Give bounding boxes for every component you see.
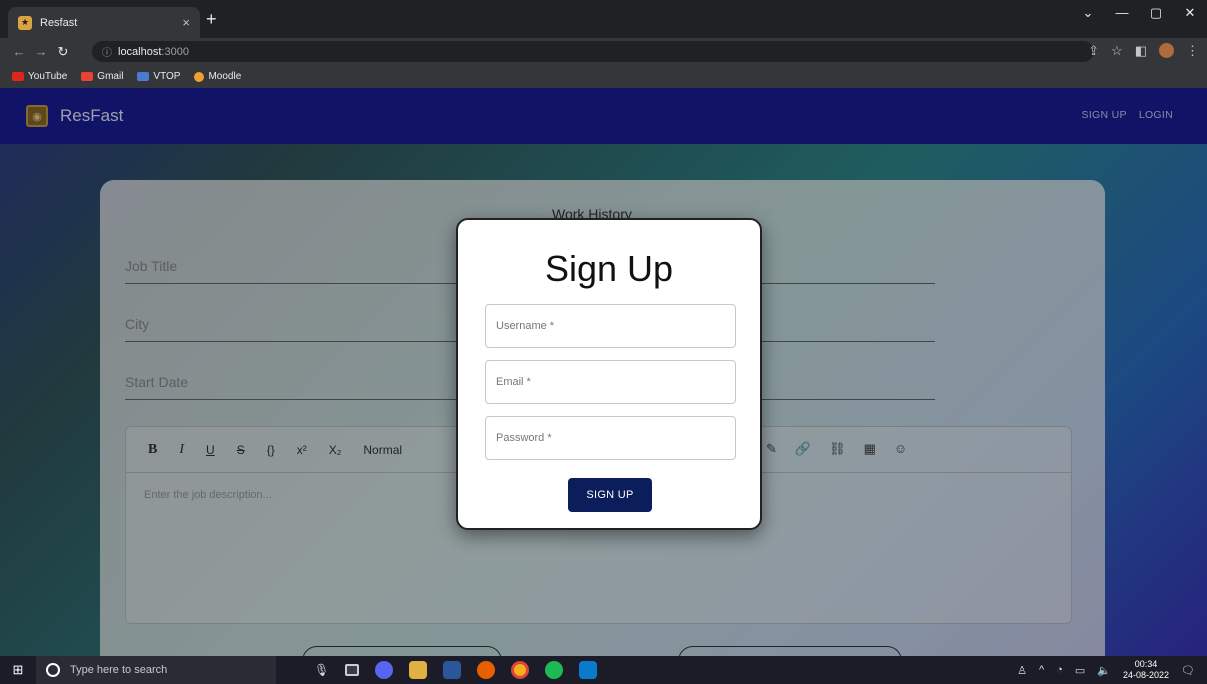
wifi-icon[interactable]: ◔ [1056,664,1063,676]
bookmark-vtop[interactable]: VTOP [137,71,180,82]
browser-tab-bar: ★ Resfast × + ⌄ — ▢ ✕ [0,0,1207,38]
password-input[interactable] [485,416,736,460]
system-tray: ♙ ^ ◔ ▭ 🔈 00:34 24-08-2022 🗨 [1017,656,1195,684]
moodle-icon [194,71,205,82]
minimize-button[interactable]: — [1105,0,1139,26]
window-controls: ⌄ — ▢ ✕ [1071,0,1207,26]
forward-icon[interactable]: → [30,44,52,59]
word-icon[interactable] [443,661,462,679]
tab-title: Resfast [40,16,78,29]
cortana-icon [46,663,60,677]
clock[interactable]: 00:34 24-08-2022 [1123,659,1169,681]
close-window-button[interactable]: ✕ [1173,0,1207,26]
url-port: :3000 [161,45,189,58]
share-icon[interactable]: ⇪ [1088,43,1099,59]
chrome-icon[interactable] [511,661,530,679]
maximize-button[interactable]: ▢ [1139,0,1173,26]
taskbar-apps: 🎙 [314,661,598,679]
clock-date: 24-08-2022 [1122,670,1170,680]
tab-close-icon[interactable]: × [182,15,190,30]
url-host: localhost [118,45,162,58]
spotify-icon[interactable] [545,661,564,679]
vscode-icon[interactable] [579,661,598,679]
favicon-icon: ★ [18,15,32,30]
tab-search-icon[interactable]: ⌄ [1071,0,1105,26]
notification-icon[interactable]: 🗨 [1181,664,1195,677]
bookmarks-bar: YouTube Gmail VTOP Moodle [0,65,1207,88]
url-input[interactable]: ⓘ localhost:3000 [92,41,1094,62]
address-bar: ← → ↻ ⓘ localhost:3000 ⇪ ☆ ◧ ⋮ [0,38,1207,65]
tray-expand-icon[interactable]: ^ [1039,664,1044,676]
firefox-icon[interactable] [477,661,496,679]
gmail-icon [81,72,94,81]
username-input[interactable] [485,304,736,348]
os-taskbar: ⊞ Type here to search 🎙 ♙ ^ ◔ ▭ 🔈 00:34 … [0,656,1207,684]
back-icon[interactable]: ← [8,44,30,59]
browser-tab[interactable]: ★ Resfast × [8,7,200,38]
bookmark-moodle[interactable]: Moodle [194,71,241,82]
menu-kebab-icon[interactable]: ⋮ [1186,43,1199,59]
email-input[interactable] [485,360,736,404]
page-content: ◉ ResFast SIGN UP LOGIN Work History Job… [0,88,1207,656]
youtube-icon [12,72,24,81]
volume-icon[interactable]: 🔈 [1097,664,1111,677]
windows-start-icon[interactable]: ⊞ [0,662,36,678]
info-icon[interactable]: ⓘ [102,44,112,59]
bookmark-youtube[interactable]: YouTube [12,71,67,82]
modal-title: Sign Up [544,248,674,289]
side-panel-icon[interactable]: ◧ [1135,43,1147,59]
taskbar-search[interactable]: Type here to search [36,656,276,684]
battery-icon[interactable]: ▭ [1075,664,1085,677]
people-icon[interactable]: ♙ [1017,664,1027,677]
signup-submit-button[interactable]: SIGN UP [568,478,652,512]
signup-modal: Sign Up SIGN UP [456,218,762,530]
bookmark-gmail[interactable]: Gmail [81,71,123,82]
bookmark-star-icon[interactable]: ☆ [1111,43,1123,59]
file-explorer-icon[interactable] [409,661,428,679]
discord-icon[interactable] [375,661,394,679]
mic-icon[interactable]: 🎙 [314,663,329,677]
browser-actions: ⇪ ☆ ◧ ⋮ [1088,43,1199,59]
clock-time: 00:34 [1134,659,1158,669]
new-tab-button[interactable]: + [206,10,217,28]
reload-icon[interactable]: ↻ [52,44,74,60]
taskbar-search-placeholder: Type here to search [70,664,168,676]
task-view-icon[interactable] [345,664,360,676]
profile-avatar[interactable] [1159,43,1174,58]
vtop-icon [137,72,150,81]
